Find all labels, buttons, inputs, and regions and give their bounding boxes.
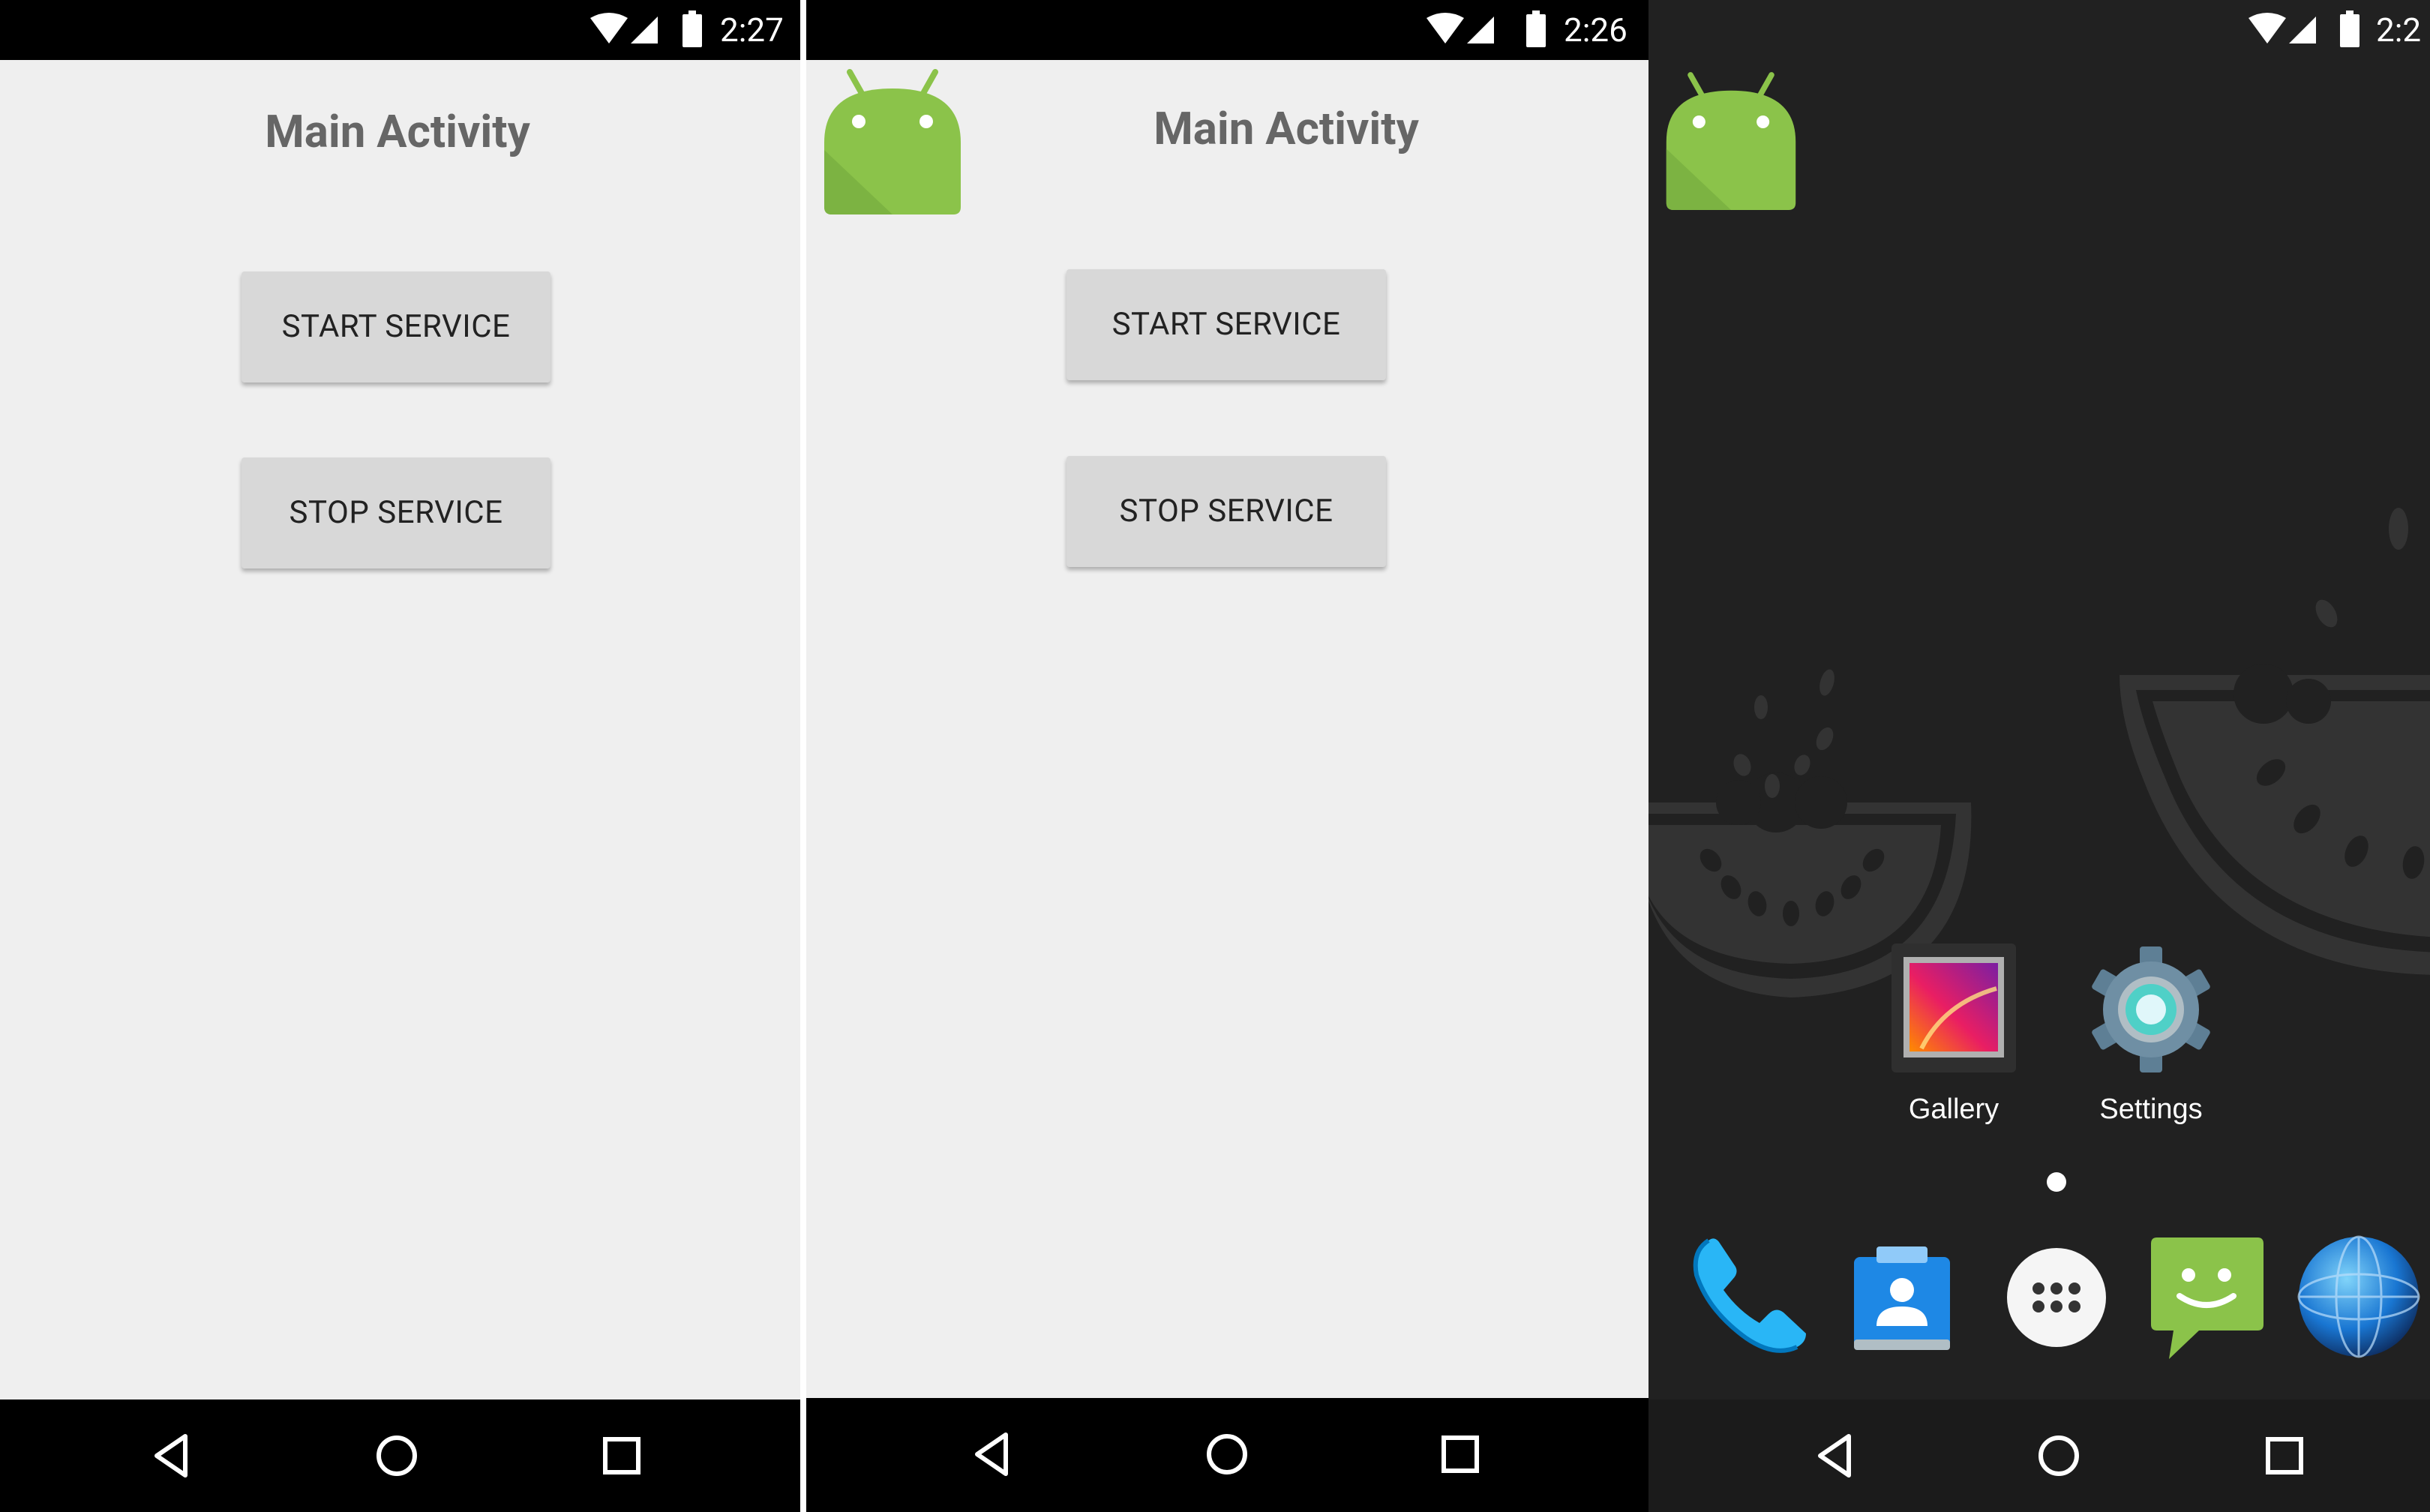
stop-service-button[interactable]: STOP SERVICE: [1066, 456, 1386, 567]
cell-signal-icon: [2289, 16, 2316, 44]
home-icon[interactable]: [370, 1429, 424, 1483]
page-indicator-dot: [2047, 1172, 2066, 1192]
activity-screen-1: 2:27 Main Activity START SERVICE STOP SE…: [0, 0, 800, 1512]
signal-icons: [1426, 13, 1494, 44]
navigation-bar: [1648, 1400, 2430, 1512]
start-service-button[interactable]: START SERVICE: [1066, 269, 1386, 380]
signal-icons: [590, 13, 658, 44]
settings-icon[interactable]: [2091, 944, 2211, 1076]
status-time: 2:27: [720, 10, 784, 50]
stop-service-button[interactable]: STOP SERVICE: [242, 458, 550, 568]
battery-icon: [2340, 10, 2360, 47]
signal-icons: [2248, 13, 2316, 44]
start-service-button[interactable]: START SERVICE: [242, 272, 550, 382]
recents-icon[interactable]: [2258, 1429, 2312, 1483]
back-icon[interactable]: [965, 1427, 1019, 1481]
back-icon[interactable]: [145, 1429, 199, 1483]
page-title: Main Activity: [1154, 102, 1419, 155]
home-icon[interactable]: [2032, 1429, 2086, 1483]
phone-icon[interactable]: [1686, 1233, 1814, 1360]
status-bar: 2:2: [1648, 0, 2430, 60]
status-time: 2:26: [1564, 10, 1628, 50]
page-title: Main Activity: [265, 105, 530, 158]
activity-screen-2: 2:26 Main Activity START SERVICE STOP SE…: [806, 0, 1648, 1512]
android-floating-icon[interactable]: [821, 68, 964, 218]
app-label: Settings: [2099, 1094, 2203, 1125]
app-label: Gallery: [1908, 1094, 2000, 1125]
browser-icon[interactable]: [2295, 1233, 2422, 1360]
status-bar: 2:26: [806, 0, 1648, 60]
battery-icon: [1526, 10, 1546, 47]
status-bar: 2:27: [0, 0, 800, 60]
android-floating-icon[interactable]: [1664, 70, 1798, 213]
navigation-bar: [0, 1400, 800, 1512]
navigation-bar: [806, 1398, 1648, 1512]
gallery-icon[interactable]: [1892, 944, 2016, 1072]
recents-icon[interactable]: [595, 1429, 649, 1483]
wifi-icon: [1426, 13, 1464, 44]
status-time: 2:2: [2376, 10, 2422, 50]
app-drawer-icon[interactable]: [2004, 1245, 2109, 1350]
wifi-icon: [2248, 13, 2286, 44]
wifi-icon: [590, 13, 628, 44]
messaging-icon[interactable]: [2146, 1236, 2266, 1364]
battery-icon: [682, 10, 702, 47]
contacts-icon[interactable]: [1850, 1244, 1954, 1354]
home-icon[interactable]: [1200, 1427, 1254, 1481]
back-icon[interactable]: [1808, 1429, 1862, 1483]
home-screen: 2:2 Gallery Settings: [1648, 0, 2430, 1512]
recents-icon[interactable]: [1433, 1427, 1487, 1481]
cell-signal-icon: [631, 16, 658, 44]
panel-divider: [800, 0, 806, 1512]
cell-signal-icon: [1467, 16, 1494, 44]
